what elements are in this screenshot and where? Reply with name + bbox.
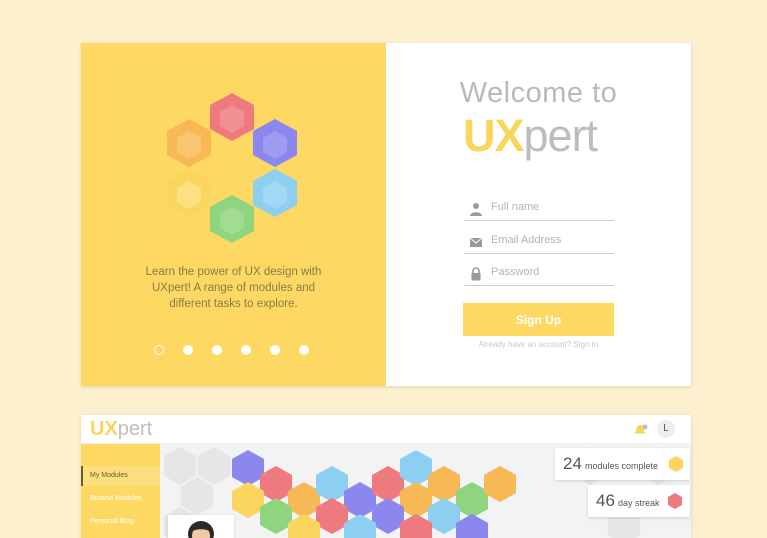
hex-green [210,195,254,243]
modules-complete-stat: 24 modules complete [555,448,690,480]
colored-module-hexes [232,450,516,538]
intro-panel: Learn the power of UX design with UXpert… [81,43,386,386]
password-field [464,265,614,286]
user-avatar-button[interactable]: L [657,420,675,438]
day-streak-label: day streak [618,498,660,508]
dashboard-preview: UXpert L My Modules Browse Modules Perso… [81,415,691,538]
hex-cluster-illustration [167,93,297,243]
hex-yellow [167,169,211,217]
carousel-dot-5[interactable] [270,345,280,355]
hex-purple [253,119,297,167]
carousel-dot-4[interactable] [241,345,251,355]
sidebar-item-my-modules[interactable]: My Modules [81,466,160,486]
signup-form-panel: Welcome to UXpert Sign Up [386,43,691,386]
sidebar-item-browse-modules[interactable]: Browse Modules [81,489,160,509]
dashboard-logo[interactable]: UXpert [90,418,152,441]
full-name-input[interactable] [491,201,611,213]
notification-bell-icon[interactable] [633,422,649,436]
modules-complete-label: modules complete [585,461,659,471]
full-name-field [464,200,614,221]
hex-blue [253,169,297,217]
profile-card [168,515,234,538]
dashboard-sidebar: My Modules Browse Modules Personal Blog [81,444,160,538]
sign-up-button[interactable]: Sign Up [463,303,614,336]
red-hex-icon [668,493,682,509]
day-streak-number: 46 [596,491,615,510]
day-streak-stat: 46 day streak [588,485,690,517]
carousel-dot-2[interactable] [183,345,193,355]
dashboard-header: UXpert L [81,415,691,444]
welcome-heading: Welcome to [459,77,618,109]
tagline: Learn the power of UX design with UXpert… [145,266,322,310]
carousel-dot-6[interactable] [299,345,309,355]
hex-red [210,93,254,141]
password-input[interactable] [491,266,611,278]
modules-complete-number: 24 [563,454,582,473]
carousel-dot-3[interactable] [212,345,222,355]
envelope-icon [469,237,483,247]
yellow-hex-icon [669,456,683,472]
sidebar-item-personal-blog[interactable]: Personal Blog [81,512,160,532]
uxpert-logo: UXpert [463,110,598,161]
email-input[interactable] [491,234,611,246]
signup-card: Learn the power of UX design with UXpert… [81,43,691,386]
user-icon [470,203,482,216]
profile-avatar-icon [188,521,214,538]
sign-in-link[interactable]: Already have an account? Sign In [386,340,691,349]
hex-orange [167,119,211,167]
lock-icon [471,267,481,281]
carousel-dot-1[interactable] [154,345,164,355]
email-field [464,233,614,254]
